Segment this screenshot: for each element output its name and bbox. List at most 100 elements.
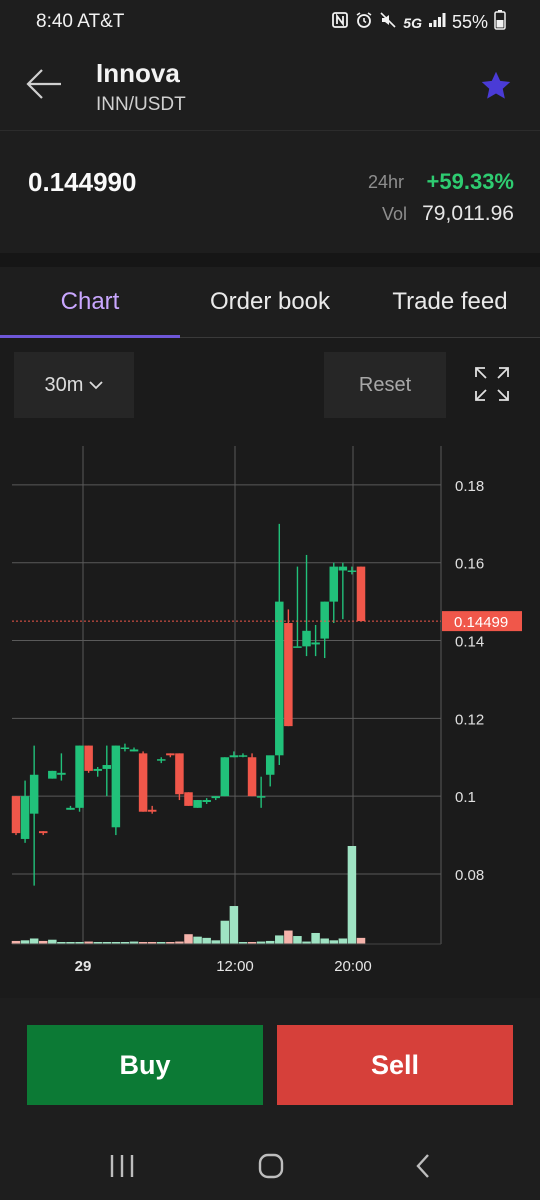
candle-body[interactable] [320, 601, 329, 639]
network-type: 5G [403, 14, 422, 31]
candle-body[interactable] [175, 753, 184, 795]
nfc-icon [331, 11, 349, 34]
tab-bar: Chart Order book Trade feed [0, 267, 540, 338]
candle-body[interactable] [356, 566, 366, 622]
volume-bar [320, 938, 329, 944]
expand-icon [475, 367, 509, 401]
tab-chart[interactable]: Chart [0, 267, 180, 337]
volume-bar [338, 938, 348, 944]
volume-bar [356, 937, 366, 944]
x-tick-label: 29 [75, 958, 92, 975]
candle-body[interactable] [120, 747, 130, 750]
volume-bar [293, 936, 302, 944]
chevron-down-icon [89, 381, 104, 390]
candle-body[interactable] [338, 566, 348, 571]
y-tick-label: 0.08 [455, 867, 484, 884]
home-icon [258, 1153, 284, 1179]
x-tick-label: 12:00 [216, 958, 254, 975]
candle-body[interactable] [111, 745, 121, 828]
candle-body[interactable] [275, 601, 284, 756]
candle-body[interactable] [138, 753, 148, 812]
candle-body[interactable] [147, 809, 157, 812]
back-nav-icon [416, 1154, 429, 1178]
y-tick-label: 0.18 [455, 478, 484, 495]
signal-icon [428, 12, 446, 33]
candle-body[interactable] [193, 800, 202, 808]
y-tick-label: 0.12 [455, 711, 484, 728]
alarm-icon [355, 11, 373, 34]
volume-bar [184, 934, 193, 944]
candle-body[interactable] [38, 831, 48, 834]
candle-body[interactable] [311, 642, 320, 645]
timeframe-value: 30m [44, 373, 84, 396]
candle-body[interactable] [84, 745, 93, 771]
home-button[interactable] [256, 1152, 286, 1180]
candle-body[interactable] [229, 755, 239, 758]
candle-body[interactable] [57, 772, 66, 775]
volume-label: Vol [382, 204, 408, 224]
candle-body[interactable] [184, 792, 193, 806]
tab-order-book[interactable]: Order book [180, 267, 360, 337]
candle-body[interactable] [75, 745, 84, 808]
volume-bar [284, 930, 293, 944]
system-nav-bar [0, 1130, 540, 1200]
volume-bar [311, 932, 320, 944]
candle-body[interactable] [211, 796, 220, 799]
current-price-label: 0.14499 [454, 614, 508, 631]
candle-body[interactable] [166, 753, 175, 756]
y-tick-label: 0.16 [455, 556, 484, 573]
last-price: 0.144990 [28, 167, 137, 197]
back-nav-button[interactable] [410, 1152, 440, 1180]
volume-bar [193, 936, 202, 944]
candle-body[interactable] [129, 749, 139, 752]
candle-body[interactable] [220, 757, 230, 797]
chart-panel: 30m Reset 0.08 0.1 0.12 0.14 0.16 0.18 0.14499… [0, 338, 540, 998]
arrow-left-icon [26, 69, 61, 99]
reset-button[interactable]: Reset [324, 352, 446, 418]
status-icons: 5G 55% [331, 10, 506, 35]
candle-body[interactable] [102, 765, 112, 769]
volume-bar [329, 940, 339, 944]
candle-body[interactable] [11, 796, 21, 834]
candle-body[interactable] [48, 770, 57, 779]
candle-body[interactable] [29, 774, 39, 814]
candle-body[interactable] [157, 759, 166, 761]
y-tick-label: 0.14 [455, 634, 484, 651]
volume-value: 79,011.96 [422, 202, 514, 225]
candle-body[interactable] [238, 755, 248, 757]
volume-bar [347, 846, 357, 944]
trading-pair: INN/USDT [96, 94, 186, 115]
volume-bar [202, 937, 211, 944]
recent-apps-icon [110, 1155, 134, 1177]
candle-body[interactable] [265, 755, 275, 775]
x-tick-label: 20:00 [334, 958, 372, 975]
buy-button[interactable]: Buy [27, 1025, 263, 1105]
sell-button[interactable]: Sell [277, 1025, 513, 1105]
candle-body[interactable] [284, 623, 293, 727]
tab-trade-feed[interactable]: Trade feed [360, 267, 540, 337]
volume-bar [229, 906, 239, 944]
favorite-button[interactable] [478, 68, 514, 104]
timeframe-select[interactable]: 30m [14, 352, 134, 418]
battery-icon [494, 10, 506, 35]
change-value: +59.33% [426, 169, 514, 194]
candle-body[interactable] [302, 630, 311, 647]
volume-bar [275, 935, 284, 944]
fullscreen-button[interactable] [474, 366, 510, 402]
candle-body[interactable] [329, 566, 339, 602]
app-header: Innova INN/USDT [0, 44, 540, 131]
candle-body[interactable] [256, 796, 266, 798]
candle-body[interactable] [347, 570, 357, 573]
volume-bar [20, 940, 30, 944]
candle-body[interactable] [20, 796, 30, 839]
token-name: Innova [96, 58, 180, 88]
candle-body[interactable] [247, 757, 257, 797]
candle-body[interactable] [66, 807, 75, 810]
candle-body[interactable] [93, 768, 102, 771]
battery-percent: 55% [451, 12, 488, 32]
candlestick-chart[interactable]: 0.08 0.1 0.12 0.14 0.16 0.18 0.14499 29 12:00 20:… [0, 438, 540, 978]
candle-body[interactable] [293, 646, 302, 648]
recent-apps-button[interactable] [108, 1152, 138, 1180]
candle-body[interactable] [202, 800, 211, 802]
back-button[interactable] [24, 64, 64, 104]
